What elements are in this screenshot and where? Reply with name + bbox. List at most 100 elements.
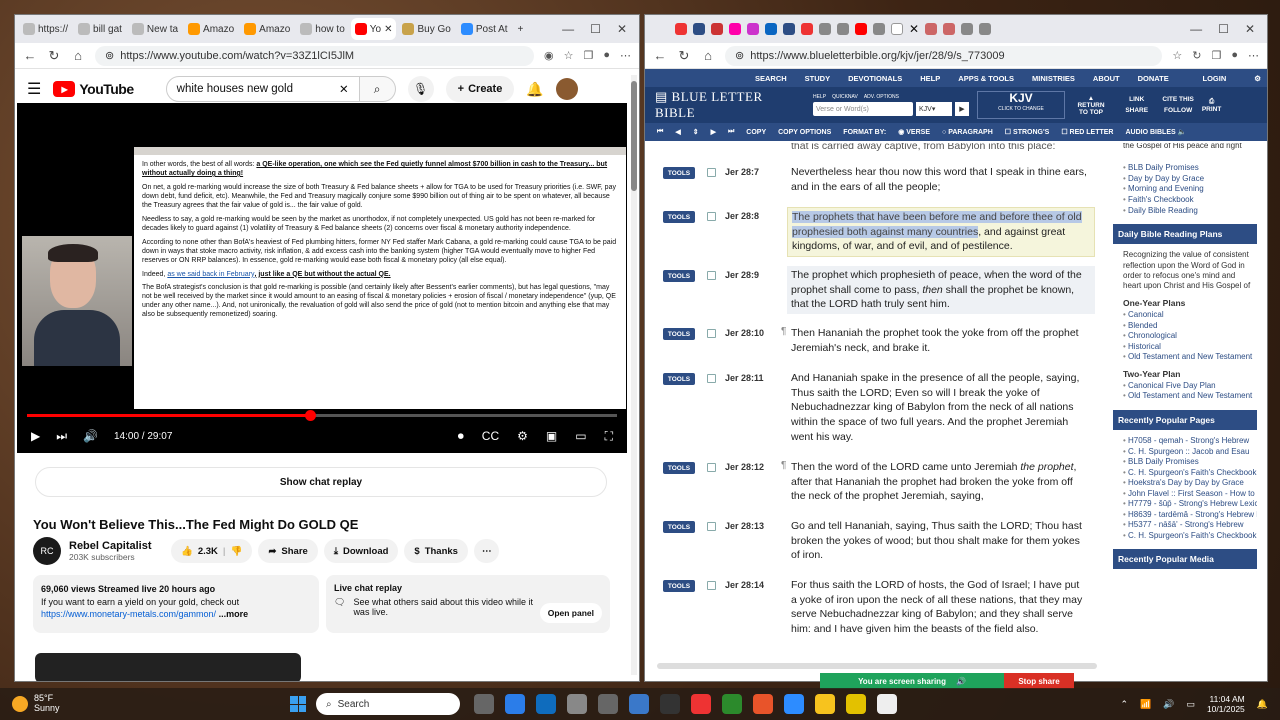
home-icon[interactable]: ⌂ xyxy=(71,48,85,63)
popular-link[interactable]: H7058 - qemah - Strong's Hebrew xyxy=(1123,436,1257,447)
progress-bar[interactable] xyxy=(27,410,617,421)
tab-icon[interactable] xyxy=(855,23,867,35)
strongs-checkbox[interactable]: ☐ STRONG'S xyxy=(1005,128,1050,136)
captions-icon[interactable]: CC xyxy=(482,429,499,444)
quicknav-link[interactable]: QUICKNAV xyxy=(832,94,858,100)
profile-icon[interactable]: ● xyxy=(1231,49,1238,62)
autoplay-toggle-icon[interactable]: ⏺ xyxy=(458,429,464,444)
theater-icon[interactable]: ▭ xyxy=(575,429,586,444)
favorite-icon[interactable]: ☆ xyxy=(1172,49,1182,62)
login-link[interactable]: LOGIN xyxy=(1203,74,1237,83)
tab-icon[interactable] xyxy=(961,23,974,35)
notifications-icon[interactable]: 🔔 xyxy=(1257,699,1268,710)
clock[interactable]: 11:04 AM 10/1/2025 xyxy=(1207,694,1245,714)
blb-logo[interactable]: ▤ BLUE LETTER BIBLE xyxy=(655,89,805,121)
plan-link[interactable]: Canonical Five Day Plan xyxy=(1123,381,1257,392)
next-icon[interactable]: ▶ xyxy=(711,128,716,136)
tools-button[interactable]: TOOLS xyxy=(663,580,695,592)
tab-icon[interactable] xyxy=(819,23,831,35)
related-video-thumbnail[interactable] xyxy=(35,653,301,681)
notepad-icon[interactable] xyxy=(877,694,897,714)
refresh-icon[interactable]: ↻ xyxy=(677,48,691,64)
favorite-icon[interactable]: ☆ xyxy=(564,49,574,62)
plan-link[interactable]: Historical xyxy=(1123,342,1257,353)
nav-apps-tools[interactable]: APPS & TOOLS xyxy=(958,74,1014,83)
url-field[interactable]: ⊚ https://www.youtube.com/watch?v=33Z1lCI… xyxy=(95,45,534,66)
description-box[interactable]: 69,060 views Streamed live 20 hours ago … xyxy=(33,575,319,633)
new-tab-button[interactable]: + xyxy=(514,18,530,40)
print-button[interactable]: ⎙ PRINT xyxy=(1202,98,1222,113)
share-button[interactable]: ➦ Share xyxy=(258,539,318,563)
popular-link[interactable]: Hoekstra's Day by Day by Grace xyxy=(1123,478,1257,489)
first-chapter-icon[interactable]: ⏮ xyxy=(657,128,663,136)
back-icon[interactable]: ← xyxy=(653,48,667,63)
tab-4[interactable]: Amazo xyxy=(184,18,238,40)
wifi-icon[interactable]: 📶 xyxy=(1140,699,1151,710)
tab-8[interactable]: Buy Go xyxy=(398,18,454,40)
prev-icon[interactable]: ◀ xyxy=(675,128,680,136)
description-link[interactable]: https://www.monetary-metals.com/gammon/ xyxy=(41,609,216,619)
download-button[interactable]: ⤓ Download xyxy=(323,539,399,563)
version-changer[interactable]: KJV CLICK TO CHANGE xyxy=(977,91,1065,119)
next-icon[interactable]: ⏭ xyxy=(56,429,67,444)
verse-ref[interactable]: Jer 28:11 xyxy=(725,373,764,383)
more-actions-button[interactable]: ⋯ xyxy=(473,539,500,563)
sticky-notes-icon[interactable] xyxy=(815,694,835,714)
tab-icon[interactable] xyxy=(943,23,956,35)
plan-link[interactable]: Old Testament and New Testament xyxy=(1123,391,1257,402)
task-view-icon[interactable] xyxy=(474,694,494,714)
close-tab-icon[interactable]: ✕ xyxy=(384,24,392,35)
audio-bibles-button[interactable]: AUDIO BIBLES 🔈 xyxy=(1126,128,1187,136)
close-icon[interactable]: ✕ xyxy=(617,22,627,36)
popular-link[interactable]: C. H. Spurgeon's Faith's Checkbook (Sept… xyxy=(1123,468,1257,479)
search-go-button[interactable]: ▶ xyxy=(955,102,969,116)
scrollbar-thumb[interactable] xyxy=(631,81,637,191)
clear-search-icon[interactable]: ✕ xyxy=(339,82,349,96)
verse-ref[interactable]: Jer 28:13 xyxy=(725,521,764,531)
taskbar-search[interactable]: ⌕ Search xyxy=(316,693,460,715)
copy-button[interactable]: COPY xyxy=(746,129,766,136)
sidebar-link[interactable]: BLB Daily Promises xyxy=(1123,163,1257,174)
verse-search-input[interactable]: Verse or Word(s) xyxy=(813,102,913,116)
tab-icon[interactable] xyxy=(873,23,885,35)
nav-donate[interactable]: DONATE xyxy=(1138,74,1169,83)
popular-link[interactable]: H5377 - nāšā' - Strong's Hebrew xyxy=(1123,520,1257,531)
sidebar-link[interactable]: Daily Bible Reading xyxy=(1123,206,1257,217)
tab-1[interactable]: https:// xyxy=(19,18,72,40)
volume-icon[interactable]: 🔊 xyxy=(1163,699,1174,710)
youtube-logo[interactable]: ▶ YouTube xyxy=(53,81,134,97)
tab-icon[interactable] xyxy=(979,23,992,35)
site-info-icon[interactable]: ⊚ xyxy=(105,49,114,62)
battery-icon[interactable]: ▭ xyxy=(1186,699,1195,710)
close-tab-icon[interactable]: ✕ xyxy=(909,22,919,36)
audio-icon[interactable]: 🔊 xyxy=(956,677,966,686)
extension-icon[interactable]: ◉ xyxy=(544,49,554,62)
copy-icon[interactable] xyxy=(707,463,716,472)
weather-widget[interactable]: 85°F Sunny xyxy=(0,693,230,714)
tab-5[interactable]: Amazo xyxy=(240,18,294,40)
edge-icon[interactable] xyxy=(505,694,525,714)
copy-icon[interactable] xyxy=(707,212,716,221)
version-select[interactable]: KJV ▾ xyxy=(916,102,952,116)
tab-icon[interactable] xyxy=(925,23,938,35)
tools-button[interactable]: TOOLS xyxy=(663,167,695,179)
popular-link[interactable]: H7779 - šûp̄ - Strong's Hebrew Lexicon xyxy=(1123,499,1257,510)
tools-button[interactable]: TOOLS xyxy=(663,328,695,340)
volume-icon[interactable]: 🔊 xyxy=(83,429,98,443)
site-info-icon[interactable]: ⊚ xyxy=(735,49,744,62)
copy-icon[interactable] xyxy=(707,522,716,531)
back-icon[interactable]: ← xyxy=(23,48,37,63)
fullscreen-icon[interactable]: ⛶ xyxy=(605,429,613,444)
verse-ref[interactable]: Jer 28:8 xyxy=(725,211,759,221)
voice-search-button[interactable]: 🎙 xyxy=(407,76,434,102)
popular-link[interactable]: C. H. Spurgeon's Faith's Checkbook (Sept… xyxy=(1123,531,1257,542)
verse-radio[interactable]: ◉ VERSE xyxy=(898,128,930,136)
channel-name[interactable]: Rebel Capitalist xyxy=(69,540,152,552)
minimize-icon[interactable]: — xyxy=(1190,22,1202,36)
home-icon[interactable]: ⌂ xyxy=(701,48,715,63)
tab-icon[interactable] xyxy=(801,23,813,35)
adv-options-link[interactable]: ADV. OPTIONS xyxy=(864,94,899,100)
copy-icon[interactable] xyxy=(707,329,716,338)
calculator-icon[interactable] xyxy=(598,694,618,714)
url-field[interactable]: ⊚ https://www.blueletterbible.org/kjv/jer… xyxy=(725,45,1163,66)
